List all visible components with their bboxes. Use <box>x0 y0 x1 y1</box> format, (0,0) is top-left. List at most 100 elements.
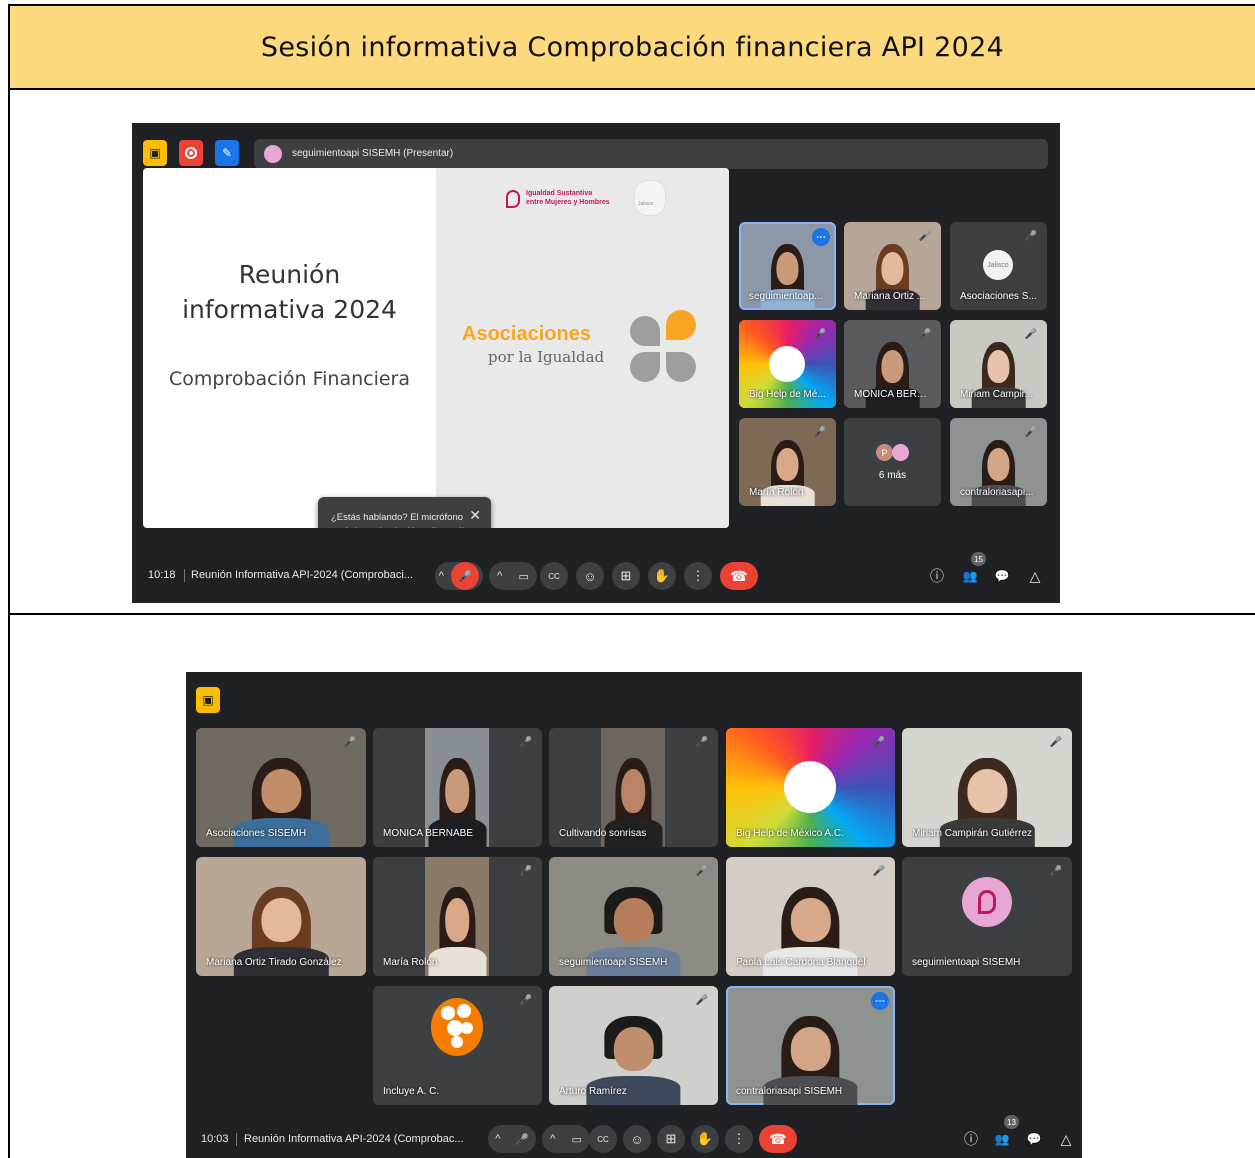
chat-icon[interactable]: 💬 <box>1024 1129 1044 1149</box>
participant-tile[interactable]: 🎤 Miriam Campir... <box>950 320 1047 408</box>
mic-off-icon[interactable]: 🎤 <box>451 562 480 590</box>
camera-group[interactable]: ^ ▭ <box>542 1125 590 1153</box>
participant-tile[interactable]: 🎤 Asociaciones SISEMH <box>196 728 366 847</box>
avatar <box>962 877 1012 927</box>
chevron-up-icon[interactable]: ^ <box>439 570 444 582</box>
chevron-up-icon[interactable]: ^ <box>495 1133 500 1145</box>
chevron-up-icon[interactable]: ^ <box>550 1133 555 1145</box>
hangup-button[interactable]: ☎ <box>720 562 758 590</box>
jalisco-seal-text: Jalisco <box>638 201 654 207</box>
meeting-name: Reunión Informativa API-2024 (Comprobac.… <box>244 1133 464 1145</box>
record-icon[interactable] <box>179 140 203 166</box>
slide-subheading: Comprobación Financiera <box>168 368 411 390</box>
presenter-label: seguimientoapi SISEMH (Presentar) <box>292 148 454 159</box>
mic-group[interactable]: ^ 🎤 <box>435 562 483 590</box>
mic-off-icon: 🎤 <box>918 328 932 340</box>
logo-center <box>784 761 836 813</box>
more-options-icon[interactable]: ⋯ <box>871 992 889 1010</box>
present-button[interactable]: ⊞ <box>612 562 640 590</box>
more-count: 6 más <box>878 470 907 481</box>
mic-icon[interactable]: 🎤 <box>515 1133 529 1146</box>
presenter-chip[interactable]: seguimientoapi SISEMH (Presentar) <box>254 139 1048 169</box>
participant-tile[interactable]: 🎤 seguimientoapi SISEMH <box>902 857 1072 976</box>
mic-off-icon: 🎤 <box>519 994 533 1006</box>
close-icon[interactable]: ✕ <box>469 507 481 524</box>
meeting-name: Reunión Informativa API-2024 (Comprobaci… <box>191 569 413 581</box>
meet-window-bottom: ▣ 🎤 Asociaciones SISEMH 🎤 MONICA BERNABE… <box>186 672 1082 1158</box>
present-button[interactable]: ⊞ <box>657 1125 685 1153</box>
chat-icon[interactable]: 💬 <box>992 566 1012 586</box>
raise-hand-button[interactable]: ✋ <box>691 1125 719 1153</box>
brand-line1: Igualdad Sustantiva <box>526 190 593 197</box>
participant-tile[interactable]: ⋯ contraloriasapi SISEMH <box>726 986 895 1105</box>
mic-off-icon: 🎤 <box>519 736 533 748</box>
mic-off-icon: 🎤 <box>1049 736 1063 748</box>
participant-tile[interactable]: 🎤 MONICA BERN... <box>844 320 941 408</box>
activities-icon[interactable]: △ <box>1056 1129 1076 1149</box>
participant-name: María Rolón <box>383 957 438 968</box>
people-icon[interactable]: 👥 <box>992 1129 1012 1149</box>
shared-slide: Reunión informativa 2024 Comprobación Fi… <box>143 168 729 528</box>
camera-icon[interactable]: ▭ <box>518 570 528 583</box>
mic-off-icon: 🎤 <box>519 865 533 877</box>
emoji-button[interactable]: ☺ <box>623 1125 651 1153</box>
participant-name: Big Help de México A.C. <box>736 828 844 839</box>
hangup-button[interactable]: ☎ <box>759 1125 797 1153</box>
participant-tile[interactable]: 🎤 Incluye A. C. <box>373 986 542 1105</box>
participant-tile[interactable]: 🎤 seguimientoapi SISEMH <box>549 857 718 976</box>
mic-off-icon: 🎤 <box>695 736 709 748</box>
mic-off-icon: 🎤 <box>813 426 827 438</box>
more-participants-tile[interactable]: P 6 más <box>844 418 941 506</box>
slide-brand-panel: Igualdad Sustantiva entre Mujeres y Homb… <box>436 168 729 528</box>
captions-button[interactable]: CC <box>589 1125 617 1153</box>
participant-tile[interactable]: Mariana Ortiz Tirado González <box>196 857 366 976</box>
activities-icon[interactable]: △ <box>1025 566 1045 586</box>
host-controls-icon[interactable]: ▣ <box>143 140 167 166</box>
participant-tile[interactable]: 🎤 Big Help de Mé... <box>739 320 836 408</box>
logo-center <box>769 346 805 382</box>
avatar <box>892 444 909 461</box>
mic-group[interactable]: ^ 🎤 <box>488 1125 536 1153</box>
info-icon[interactable]: ⓘ <box>961 1129 981 1149</box>
participant-tile[interactable]: 🎤 María Rolón <box>739 418 836 506</box>
participant-name: MONICA BERN... <box>854 389 931 400</box>
participant-name: contraloriasapi... <box>960 487 1034 498</box>
more-options-button[interactable]: ⋮ <box>684 562 712 590</box>
chevron-up-icon[interactable]: ^ <box>497 570 502 582</box>
separator <box>236 1133 237 1146</box>
participant-tile[interactable]: 🎤 Paola Lais Cardona Blanquel <box>726 857 895 976</box>
avatar: Jalisco <box>983 250 1013 280</box>
whiteboard-icon[interactable]: ✎ <box>215 140 239 166</box>
more-options-button[interactable]: ⋮ <box>725 1125 753 1153</box>
participant-tile[interactable]: ⋯ seguimientoap... <box>739 222 836 310</box>
captions-button[interactable]: CC <box>540 562 568 590</box>
mic-off-icon: 🎤 <box>872 865 886 877</box>
participant-name: Big Help de Mé... <box>749 389 826 400</box>
mic-off-icon: 🎤 <box>1049 865 1063 877</box>
row-divider <box>10 613 1255 615</box>
people-count-badge: 15 <box>971 552 986 566</box>
host-controls-icon[interactable]: ▣ <box>196 687 220 713</box>
participant-tile[interactable]: 🎤 Big Help de México A.C. <box>726 728 895 847</box>
people-icon[interactable]: 👥 <box>960 566 980 586</box>
raise-hand-button[interactable]: ✋ <box>648 562 676 590</box>
jalisco-seal: Jalisco <box>634 180 666 216</box>
camera-icon[interactable]: ▭ <box>571 1133 581 1146</box>
brand-line2: entre Mujeres y Hombres <box>526 199 610 206</box>
camera-group[interactable]: ^ ▭ <box>489 562 537 590</box>
participant-tile[interactable]: 🎤 Miriam Campirán Gutiérrez <box>902 728 1072 847</box>
participant-tile[interactable]: Jalisco 🎤 Asociaciones S... <box>950 222 1047 310</box>
more-options-icon[interactable]: ⋯ <box>812 228 830 246</box>
meeting-time: 10:03 <box>201 1133 229 1145</box>
mic-off-icon: 🎤 <box>1024 328 1038 340</box>
mic-off-tooltip: ¿Estás hablando? El micrófono está desac… <box>318 497 491 528</box>
participant-tile[interactable]: 🎤 Arturo Ramírez <box>549 986 718 1105</box>
participant-tile[interactable]: 🎤 Cultivando sonrisas <box>549 728 718 847</box>
participant-tile[interactable]: 🎤 MONICA BERNABE <box>373 728 542 847</box>
participant-tile[interactable]: 🎤 María Rolón <box>373 857 542 976</box>
participant-tile[interactable]: 🎤 Mariana Ortiz ... <box>844 222 941 310</box>
emoji-button[interactable]: ☺ <box>576 562 604 590</box>
participant-tile[interactable]: 🎤 contraloriasapi... <box>950 418 1047 506</box>
info-icon[interactable]: ⓘ <box>927 566 947 586</box>
separator <box>184 569 185 582</box>
